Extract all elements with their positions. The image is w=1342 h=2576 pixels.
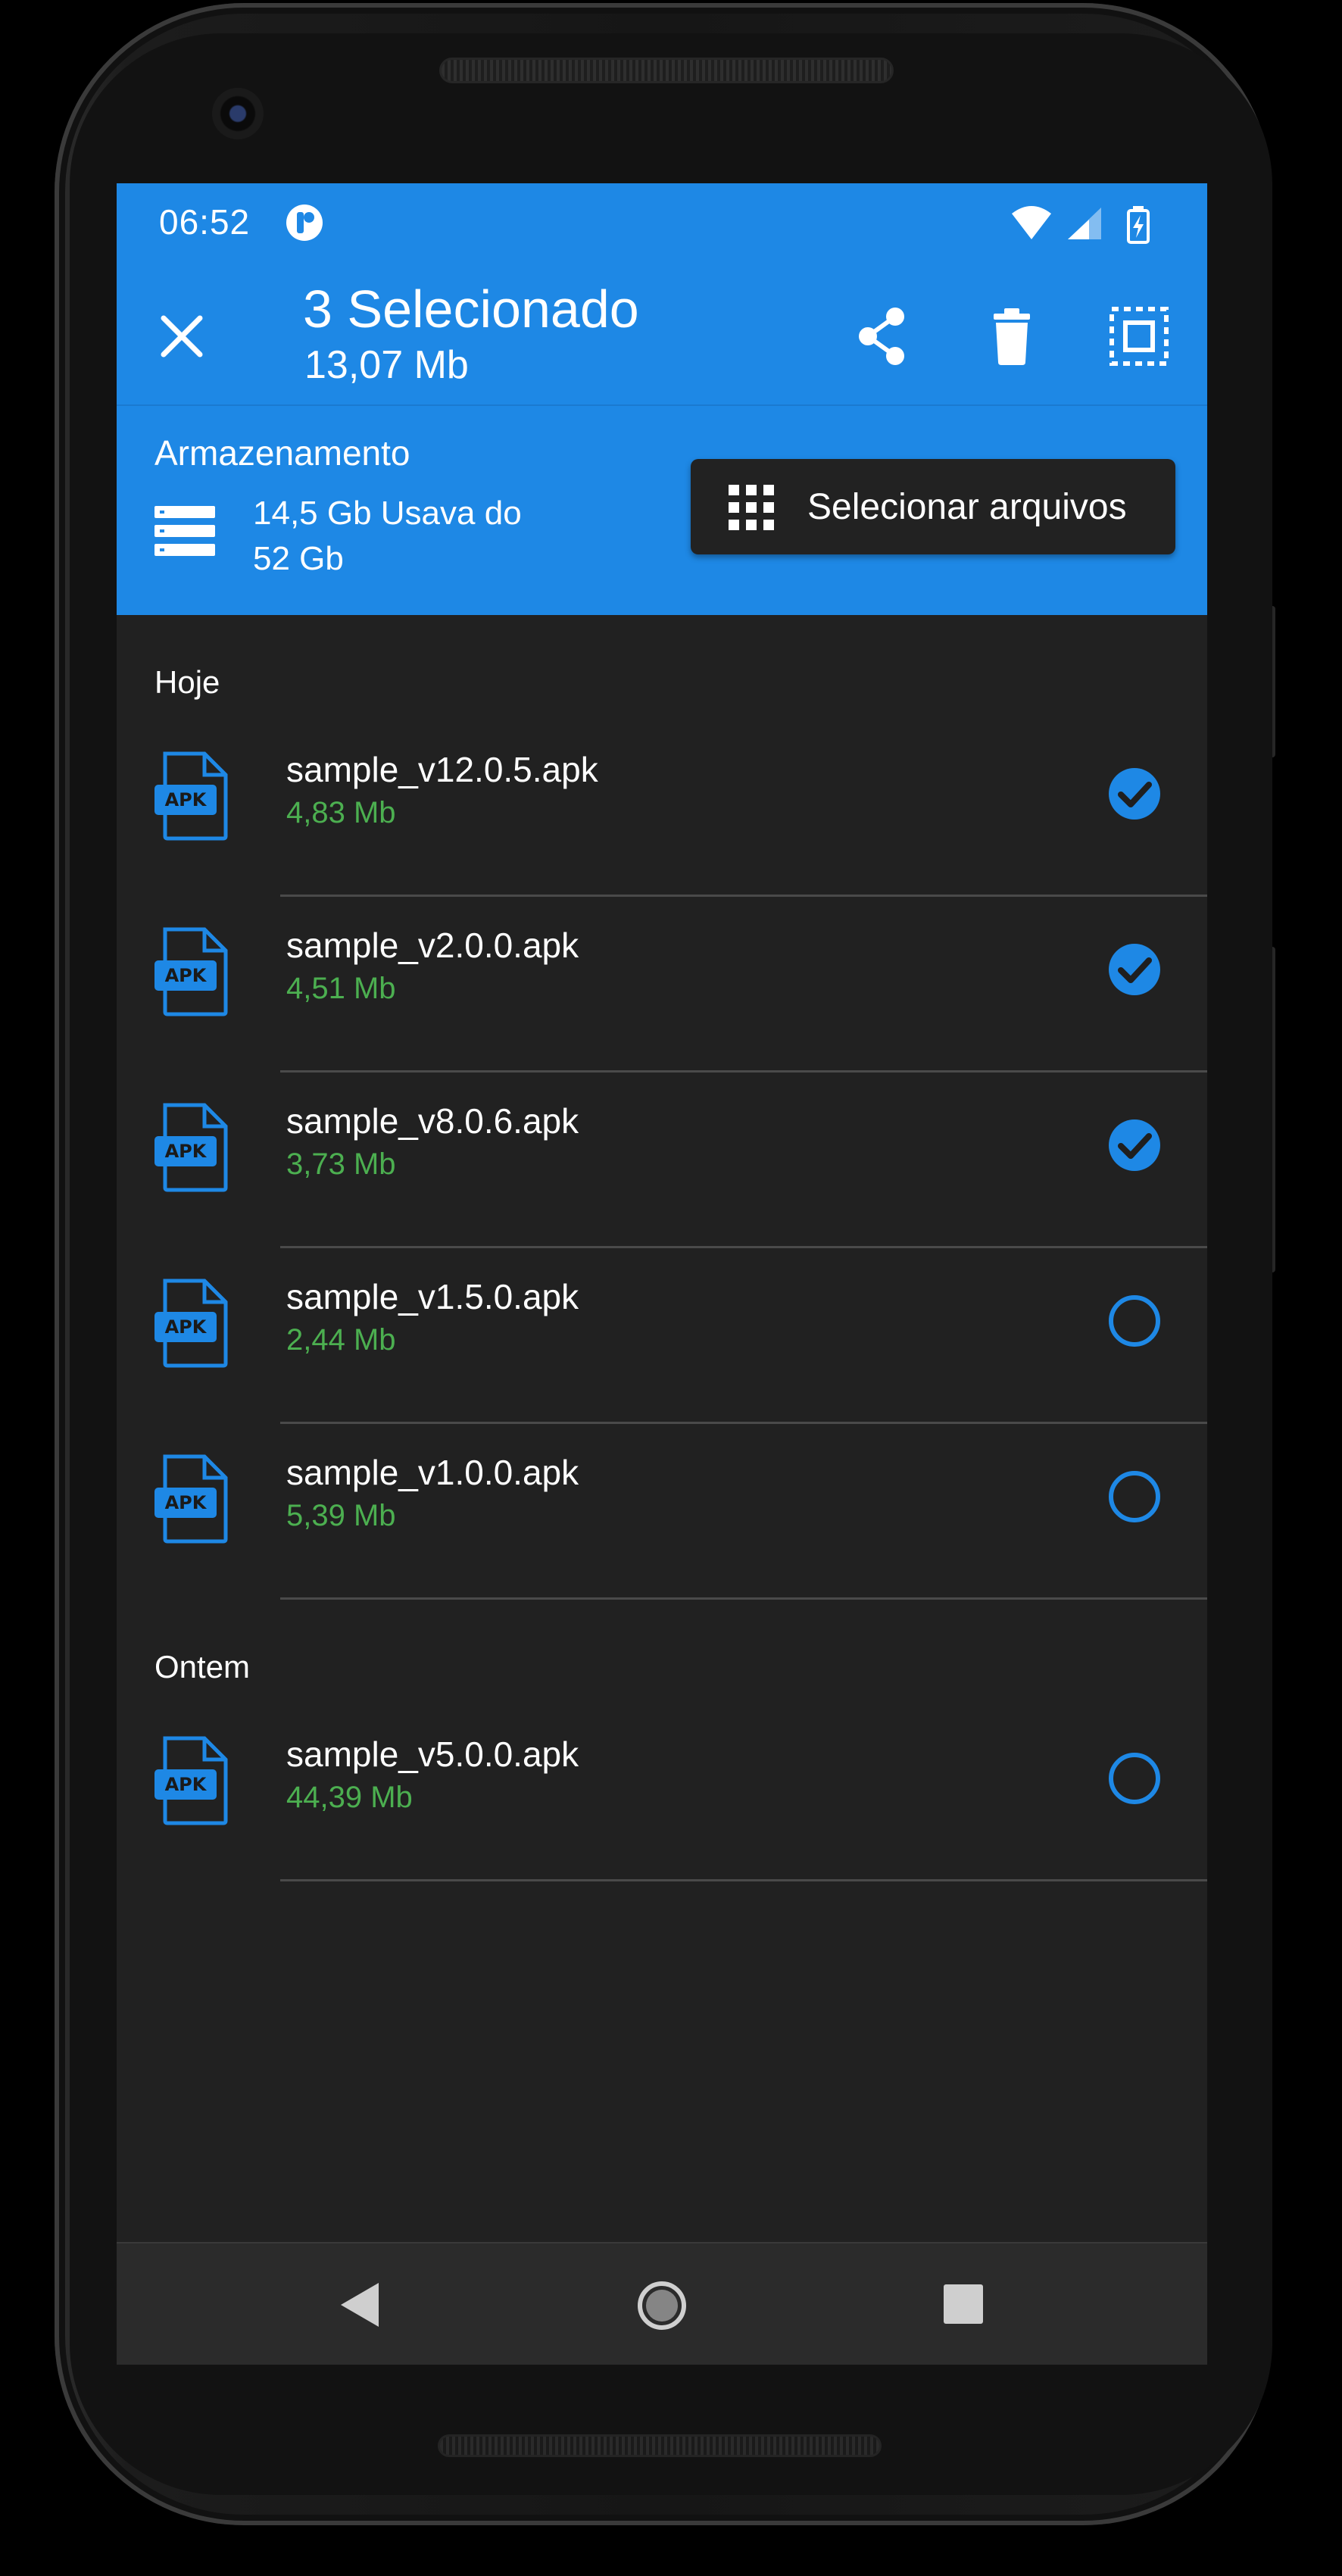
svg-text:APK: APK (165, 789, 208, 810)
back-icon[interactable] (335, 2278, 388, 2331)
share-icon[interactable] (845, 300, 918, 373)
grid-icon (729, 485, 774, 530)
file-row[interactable]: APK sample_v5.0.0.apk 44,39 Mb (117, 1706, 1207, 1881)
file-size: 44,39 Mb (286, 1781, 413, 1814)
file-list: Hoje APK sample_v12.0.5.apk 4,83 Mb APK … (117, 615, 1207, 2242)
apk-file-icon: APK (154, 1279, 228, 1368)
file-size: 4,83 Mb (286, 796, 396, 829)
select-all-icon[interactable] (1103, 300, 1175, 373)
apk-file-icon: APK (154, 1736, 228, 1825)
selection-size: 13,07 Mb (304, 343, 469, 387)
battery-icon (1127, 206, 1150, 244)
status-icons (1012, 206, 1150, 244)
unchecked-circle-icon[interactable] (1106, 1468, 1163, 1525)
apk-file-icon: APK (154, 1103, 228, 1192)
storage-panel: Armazenamento 14,5 Gb Usava do 52 Gb Sel… (117, 406, 1207, 615)
checked-circle-icon[interactable] (1106, 941, 1163, 998)
select-files-button[interactable]: Selecionar arquivos (691, 459, 1175, 554)
storage-icon (154, 506, 215, 556)
svg-text:APK: APK (165, 1141, 208, 1162)
action-bar: 3 Selecionado 13,07 Mb (117, 262, 1207, 406)
top-speaker (439, 58, 894, 83)
bottom-speaker (438, 2434, 882, 2457)
notification-app-icon (286, 205, 323, 241)
signal-icon (1068, 208, 1101, 239)
divider (280, 1597, 1207, 1600)
apk-file-icon: APK (154, 751, 228, 841)
delete-icon[interactable] (975, 300, 1048, 373)
file-name: sample_v12.0.5.apk (286, 750, 598, 789)
storage-label: Armazenamento (154, 433, 410, 473)
file-size: 3,73 Mb (286, 1147, 396, 1181)
file-name: sample_v8.0.6.apk (286, 1101, 579, 1141)
file-row[interactable]: APK sample_v8.0.6.apk 3,73 Mb (117, 1073, 1207, 1248)
file-row[interactable]: APK sample_v12.0.5.apk 4,83 Mb (117, 721, 1207, 897)
wifi-icon (1012, 206, 1051, 239)
status-time: 06:52 (159, 202, 251, 242)
file-row[interactable]: APK sample_v1.5.0.apk 2,44 Mb (117, 1248, 1207, 1424)
svg-text:APK: APK (165, 1774, 208, 1795)
recents-icon[interactable] (941, 2281, 986, 2327)
file-name: sample_v2.0.0.apk (286, 926, 579, 965)
front-camera (212, 88, 264, 139)
file-size: 2,44 Mb (286, 1323, 396, 1357)
svg-text:APK: APK (165, 965, 208, 986)
section-header-yesterday: Ontem (154, 1649, 251, 1685)
file-size: 4,51 Mb (286, 972, 396, 1005)
file-name: sample_v1.0.0.apk (286, 1453, 579, 1492)
close-icon[interactable] (153, 308, 211, 365)
checked-circle-icon[interactable] (1106, 1116, 1163, 1174)
svg-text:APK: APK (165, 1492, 208, 1513)
divider (280, 1879, 1207, 1881)
svg-text:APK: APK (165, 1316, 208, 1338)
selection-count-title: 3 Selecionado (303, 279, 639, 339)
screen: 06:52 3 Selecionado 13,07 Mb Armazenamen… (117, 183, 1207, 2365)
status-bar: 06:52 (117, 183, 1207, 262)
file-size: 5,39 Mb (286, 1499, 396, 1532)
unchecked-circle-icon[interactable] (1106, 1750, 1163, 1807)
checked-circle-icon[interactable] (1106, 765, 1163, 823)
storage-usage: 14,5 Gb Usava do 52 Gb (253, 491, 601, 582)
section-header-today: Hoje (154, 664, 220, 700)
apk-file-icon: APK (154, 1454, 228, 1544)
file-name: sample_v5.0.0.apk (286, 1735, 579, 1774)
file-name: sample_v1.5.0.apk (286, 1277, 579, 1316)
home-icon[interactable] (635, 2278, 689, 2333)
apk-file-icon: APK (154, 927, 228, 1016)
select-files-label: Selecionar arquivos (807, 487, 1127, 527)
file-row[interactable]: APK sample_v2.0.0.apk 4,51 Mb (117, 897, 1207, 1073)
unchecked-circle-icon[interactable] (1106, 1292, 1163, 1350)
storage-usage-line2: 52 Gb (253, 540, 344, 577)
storage-usage-line1: 14,5 Gb Usava do (253, 495, 522, 532)
navigation-bar (117, 2242, 1207, 2365)
file-row[interactable]: APK sample_v1.0.0.apk 5,39 Mb (117, 1424, 1207, 1600)
